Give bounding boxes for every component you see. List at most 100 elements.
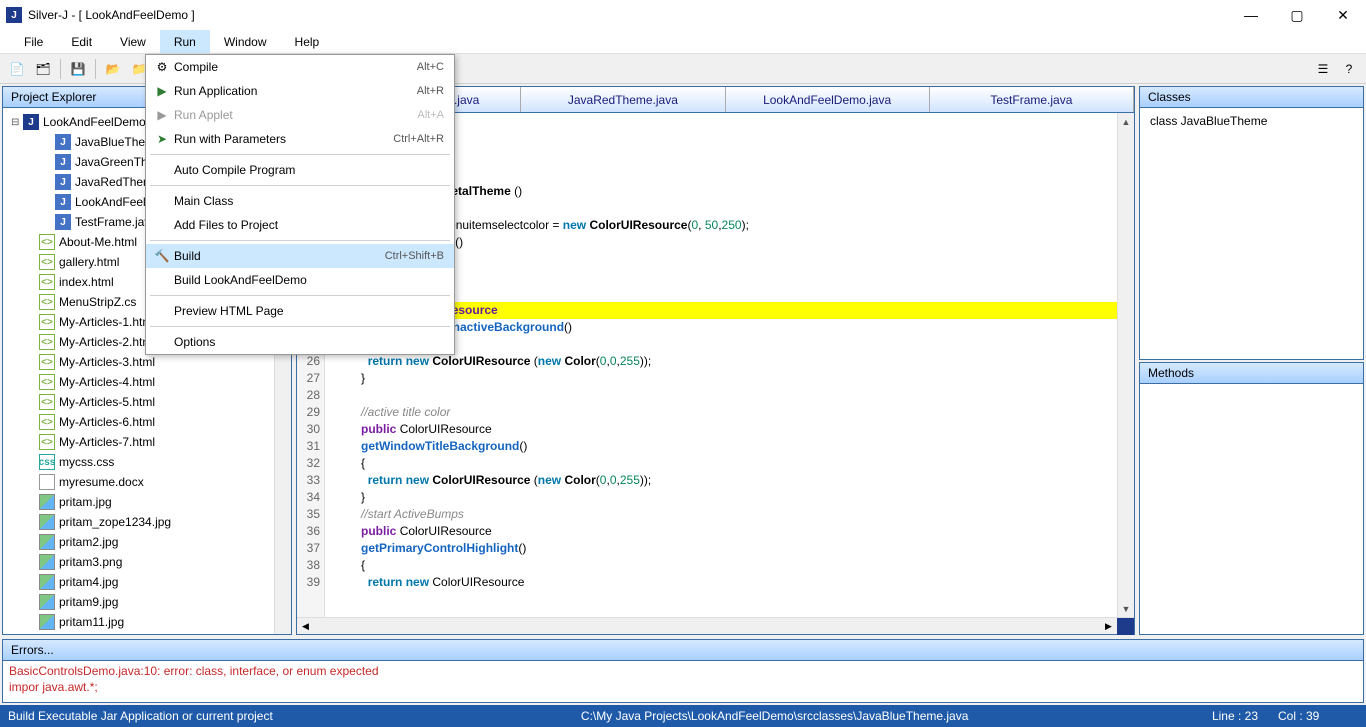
tree-label: myresume.docx bbox=[59, 475, 144, 489]
tree-item[interactable]: <>My-Articles-3.html bbox=[7, 352, 287, 372]
tree-item[interactable]: pritam11.jpg bbox=[7, 612, 287, 632]
tree-item[interactable]: <>My-Articles-4.html bbox=[7, 372, 287, 392]
menu-edit[interactable]: Edit bbox=[57, 30, 106, 53]
tree-item[interactable]: pritam3.png bbox=[7, 552, 287, 572]
separator bbox=[95, 59, 96, 79]
file-icon: <> bbox=[39, 254, 55, 270]
menu-build[interactable]: 🔨BuildCtrl+Shift+B bbox=[146, 244, 454, 268]
tree-label: pritam2.jpg bbox=[59, 535, 118, 549]
tree-label: gallery.html bbox=[59, 255, 119, 269]
file-icon bbox=[39, 494, 55, 510]
tree-item[interactable]: pritam4.jpg bbox=[7, 572, 287, 592]
vertical-scrollbar[interactable]: ▲▼ bbox=[1117, 113, 1134, 617]
tree-label: pritam9.jpg bbox=[59, 595, 118, 609]
tree-label: MenuStripZ.cs bbox=[59, 295, 136, 309]
run-dropdown-menu: ⚙CompileAlt+C ▶Run ApplicationAlt+R ▶Run… bbox=[145, 54, 455, 355]
horizontal-scrollbar[interactable]: ◀▶ bbox=[297, 617, 1134, 634]
file-icon bbox=[39, 554, 55, 570]
file-icon: J bbox=[55, 174, 71, 190]
tree-item[interactable]: <> My-Articles-5.html bbox=[7, 392, 287, 412]
toolbar-open-icon[interactable]: 📂 bbox=[102, 58, 124, 80]
close-button[interactable]: ✕ bbox=[1320, 0, 1366, 30]
errors-body[interactable]: BasicControlsDemo.java:10: error: class,… bbox=[3, 661, 1363, 702]
file-icon: css bbox=[39, 454, 55, 470]
toolbar-tree-icon[interactable]: ☰ bbox=[1312, 58, 1334, 80]
file-tab[interactable]: TestFrame.java bbox=[930, 87, 1134, 112]
tree-label: My-Articles-1.html bbox=[59, 315, 155, 329]
status-line: Line : 23 bbox=[1158, 709, 1278, 723]
menu-view[interactable]: View bbox=[106, 30, 160, 53]
tree-label: My-Articles-3.html bbox=[59, 355, 155, 369]
tree-label: My-Articles-7.html bbox=[59, 435, 155, 449]
file-icon bbox=[39, 594, 55, 610]
errors-title: Errors... bbox=[3, 640, 1363, 661]
tree-item[interactable]: pritam2.jpg bbox=[7, 532, 287, 552]
file-icon: <> bbox=[39, 234, 55, 250]
tree-item[interactable]: pritam_zope1234.jpg bbox=[7, 512, 287, 532]
tree-item[interactable]: pritam.jpg bbox=[7, 492, 287, 512]
play-icon: ▶ bbox=[150, 108, 174, 122]
tree-item[interactable]: <>My-Articles-7.html bbox=[7, 432, 287, 452]
tree-item[interactable]: myresume.docx bbox=[7, 472, 287, 492]
menu-build-project[interactable]: Build LookAndFeelDemo bbox=[146, 268, 454, 292]
methods-title: Methods bbox=[1140, 363, 1363, 384]
separator bbox=[150, 326, 450, 327]
separator bbox=[150, 154, 450, 155]
menu-file[interactable]: File bbox=[10, 30, 57, 53]
tree-item[interactable]: <>My-Articles-6.html bbox=[7, 412, 287, 432]
menu-run-applet[interactable]: ▶Run AppletAlt+A bbox=[146, 103, 454, 127]
toolbar-new-icon[interactable]: 📄 bbox=[6, 58, 28, 80]
menu-help[interactable]: Help bbox=[281, 30, 334, 53]
maximize-button[interactable]: ▢ bbox=[1274, 0, 1320, 30]
app-icon: J bbox=[6, 7, 22, 23]
separator bbox=[150, 185, 450, 186]
tree-label: pritam4.jpg bbox=[59, 575, 118, 589]
menu-run[interactable]: Run bbox=[160, 30, 210, 53]
menu-run-params[interactable]: ➤Run with ParametersCtrl+Alt+R bbox=[146, 127, 454, 151]
file-icon: J bbox=[55, 154, 71, 170]
file-icon bbox=[39, 534, 55, 550]
separator bbox=[150, 295, 450, 296]
play-icon: ▶ bbox=[150, 84, 174, 98]
tree-label: pritam3.png bbox=[59, 555, 122, 569]
file-icon bbox=[39, 574, 55, 590]
menu-main-class[interactable]: Main Class bbox=[146, 189, 454, 213]
menu-compile[interactable]: ⚙CompileAlt+C bbox=[146, 55, 454, 79]
menu-options[interactable]: Options bbox=[146, 330, 454, 354]
status-filepath: C:\My Java Projects\LookAndFeelDemo\srcc… bbox=[391, 709, 1158, 723]
window-title: Silver-J - [ LookAndFeelDemo ] bbox=[28, 8, 1228, 22]
tree-label: index.html bbox=[59, 275, 114, 289]
menu-window[interactable]: Window bbox=[210, 30, 281, 53]
tree-item[interactable]: css mycss.css bbox=[7, 452, 287, 472]
menu-add-files[interactable]: Add Files to Project bbox=[146, 213, 454, 237]
build-icon: 🔨 bbox=[150, 249, 174, 263]
tree-label: pritam_zope1234.jpg bbox=[59, 515, 171, 529]
classes-item[interactable]: class JavaBlueTheme bbox=[1140, 108, 1363, 134]
menu-preview-html[interactable]: Preview HTML Page bbox=[146, 299, 454, 323]
file-icon bbox=[39, 474, 55, 490]
file-icon bbox=[39, 514, 55, 530]
menu-auto-compile[interactable]: Auto Compile Program bbox=[146, 158, 454, 182]
file-icon: J bbox=[23, 114, 39, 130]
tree-label: My-Articles-6.html bbox=[59, 415, 155, 429]
separator bbox=[60, 59, 61, 79]
file-icon: <> bbox=[39, 274, 55, 290]
file-icon: <> bbox=[39, 294, 55, 310]
titlebar: J Silver-J - [ LookAndFeelDemo ] — ▢ ✕ bbox=[0, 0, 1366, 30]
menu-run-application[interactable]: ▶Run ApplicationAlt+R bbox=[146, 79, 454, 103]
statusbar: Build Executable Jar Application or curr… bbox=[0, 705, 1366, 727]
file-tab[interactable]: JavaRedTheme.java bbox=[521, 87, 725, 112]
tree-label: mycss.css bbox=[59, 455, 114, 469]
file-tab[interactable]: LookAndFeelDemo.java bbox=[726, 87, 930, 112]
file-icon: <> bbox=[39, 394, 55, 410]
tree-label: My-Articles-4.html bbox=[59, 375, 155, 389]
tree-label: About-Me.html bbox=[59, 235, 137, 249]
play-arrow-icon: ➤ bbox=[150, 132, 174, 146]
toolbar-save-icon[interactable]: 💾 bbox=[67, 58, 89, 80]
tree-item[interactable]: pritam9.jpg bbox=[7, 592, 287, 612]
tree-label: My-Articles-5.html bbox=[59, 395, 155, 409]
minimize-button[interactable]: — bbox=[1228, 0, 1274, 30]
toolbar-help-icon[interactable]: ? bbox=[1338, 58, 1360, 80]
tree-label: pritam.jpg bbox=[59, 495, 112, 509]
toolbar-newproj-icon[interactable]: 🗂 bbox=[32, 58, 54, 80]
